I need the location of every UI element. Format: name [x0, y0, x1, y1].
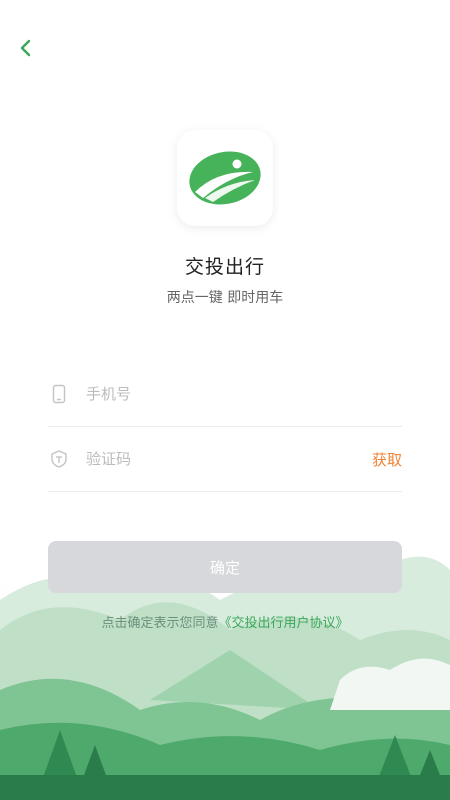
user-agreement-link[interactable]: 《交投出行用户协议》	[219, 616, 349, 631]
get-code-button[interactable]: 获取	[372, 449, 402, 470]
app-name: 交投出行	[184, 256, 265, 278]
phone-input[interactable]	[84, 384, 402, 404]
confirm-button[interactable]: 确定	[48, 541, 402, 593]
chevron-left-icon	[20, 39, 31, 57]
code-field: 获取	[48, 427, 402, 492]
app-logo	[177, 130, 273, 226]
phone-icon	[48, 383, 70, 405]
phone-field	[48, 362, 402, 427]
app-slogan: 两点一键 即时用车	[166, 290, 284, 306]
code-input[interactable]	[84, 449, 372, 469]
back-button[interactable]	[12, 34, 40, 62]
agreement-prefix: 点击确定表示您同意	[101, 616, 219, 631]
shield-icon	[48, 448, 70, 470]
agreement-text: 点击确定表示您同意《交投出行用户协议》	[0, 612, 450, 631]
app-logo-icon	[189, 151, 261, 205]
